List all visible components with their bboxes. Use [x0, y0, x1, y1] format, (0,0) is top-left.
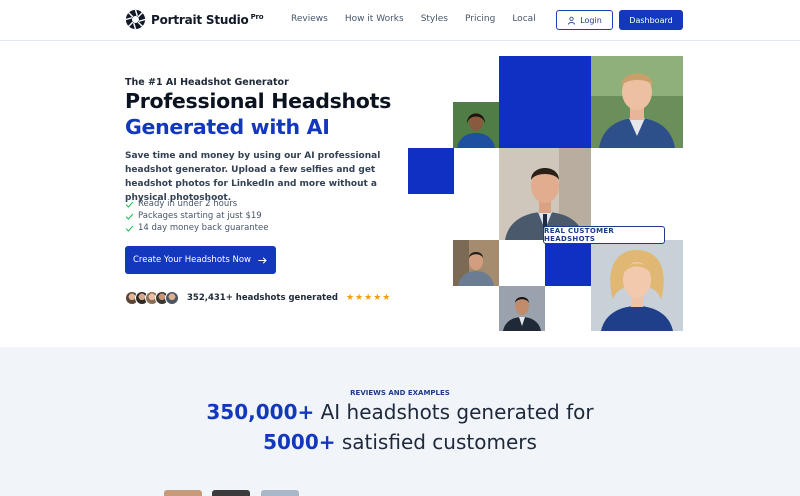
create-headshots-button[interactable]: Create Your Headshots Now [125, 246, 276, 274]
nav-local[interactable]: Local [512, 14, 535, 24]
check-item: Ready in under 2 hours [125, 198, 268, 210]
brand-logo[interactable]: Portrait Studio Pro [125, 9, 264, 30]
hero-lead: Save time and money by using our AI prof… [125, 151, 381, 203]
avatar [165, 291, 179, 305]
nav-reviews[interactable]: Reviews [291, 14, 328, 24]
real-customer-headshots-badge: REAL CUSTOMER HEADSHOTS [543, 226, 665, 244]
nav-pricing[interactable]: Pricing [465, 14, 495, 24]
headshots-count: 352,431+ headshots generated [187, 293, 338, 303]
hero-title-line1: Professional Headshots [125, 89, 391, 113]
arrow-right-icon [258, 256, 267, 264]
reviews-section: REVIEWS AND EXAMPLES 350,000+ AI headsho… [0, 347, 800, 496]
site-header: Portrait Studio Pro Reviews How it Works … [0, 0, 800, 41]
check-icon [125, 225, 134, 232]
nav-how-it-works[interactable]: How it Works [345, 14, 404, 24]
review-thumbnail[interactable] [261, 490, 299, 496]
reviews-headline-line2: 5000+ satisfied customers [0, 430, 800, 454]
review-thumbnail[interactable] [212, 490, 250, 496]
social-proof: 352,431+ headshots generated ★★★★★ [125, 291, 391, 305]
login-label: Login [580, 15, 602, 25]
headshot-photo [453, 240, 499, 286]
brand-sup: Pro [250, 12, 264, 21]
customers-count-accent: 5000+ [263, 430, 336, 454]
check-item: 14 day money back guarantee [125, 222, 268, 234]
reviews-eyebrow: REVIEWS AND EXAMPLES [350, 389, 450, 397]
blue-tile [408, 148, 454, 194]
check-label: 14 day money back guarantee [138, 223, 269, 233]
hero-title-line2: Generated with AI [125, 115, 330, 139]
headshot-photo [499, 286, 545, 331]
check-icon [125, 213, 134, 220]
camera-aperture-icon [125, 9, 146, 30]
main-nav: Reviews How it Works Styles Pricing Loca… [291, 14, 553, 24]
headline-line1-text: AI headshots generated for [314, 400, 594, 424]
headshot-photo [591, 240, 683, 331]
feature-checklist: Ready in under 2 hours Packages starting… [125, 198, 268, 234]
avatar-stack [125, 291, 179, 305]
user-icon [568, 16, 576, 25]
check-label: Packages starting at just $19 [138, 211, 262, 221]
brand-name: Portrait Studio Pro [151, 12, 264, 27]
dashboard-button[interactable]: Dashboard [619, 10, 683, 30]
headline-line2-text: satisfied customers [335, 430, 537, 454]
cta-label: Create Your Headshots Now [132, 255, 251, 265]
hero-eyebrow: The #1 AI Headshot Generator [125, 77, 289, 88]
review-thumbnail[interactable] [164, 490, 202, 496]
star-rating: ★★★★★ [345, 293, 392, 303]
login-button[interactable]: Login [556, 10, 613, 30]
reviews-headline-line1: 350,000+ AI headshots generated for [0, 400, 800, 424]
check-label: Ready in under 2 hours [138, 199, 238, 209]
headshots-count-accent: 350,000+ [206, 400, 315, 424]
headshot-photo [453, 102, 499, 148]
blue-tile [545, 240, 591, 286]
nav-styles[interactable]: Styles [421, 14, 448, 24]
check-icon [125, 201, 134, 208]
blue-tile [499, 56, 591, 148]
check-item: Packages starting at just $19 [125, 210, 268, 222]
headshot-photo [591, 56, 683, 148]
